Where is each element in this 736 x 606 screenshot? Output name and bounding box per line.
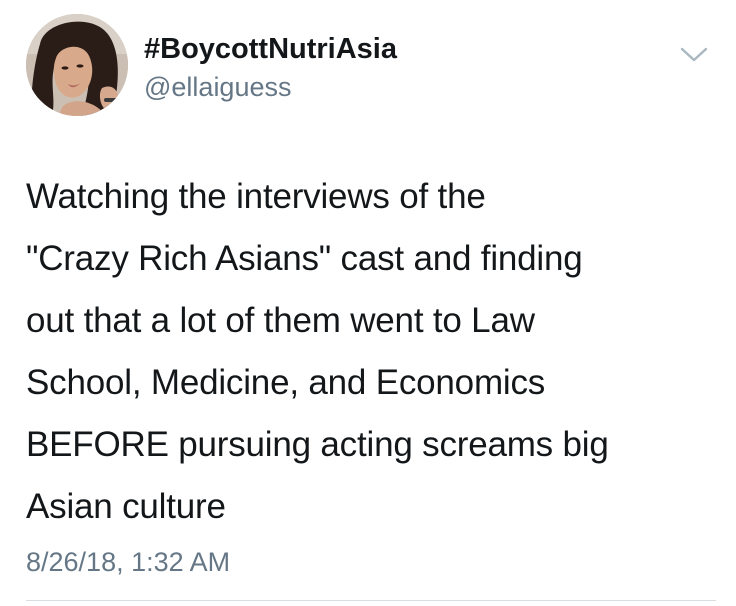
tweet-text-line: "Crazy Rich Asians" cast and finding	[26, 239, 583, 278]
tweet-text: Watching the interviews of the "Crazy Ri…	[26, 166, 716, 538]
tweet-text-line: School, Medicine, and Economics	[26, 363, 546, 402]
tweet-text-line: Asian culture	[26, 487, 226, 526]
author-names: #BoycottNutriAsia @ellaiguess	[144, 32, 397, 104]
tweet-text-line: Watching the interviews of the	[26, 177, 486, 216]
tweet-text-line: BEFORE pursuing acting screams big	[26, 425, 609, 464]
tweet-timestamp[interactable]: 8/26/18, 1:32 AM	[26, 545, 230, 579]
avatar[interactable]	[26, 14, 128, 116]
username-handle[interactable]: @ellaiguess	[144, 70, 397, 104]
display-name[interactable]: #BoycottNutriAsia	[144, 32, 397, 66]
tweet-header: #BoycottNutriAsia @ellaiguess	[26, 14, 726, 122]
tweet-text-line: out that a lot of them went to Law	[26, 301, 535, 340]
tweet-card: #BoycottNutriAsia @ellaiguess Watching t…	[0, 0, 736, 606]
avatar-image	[26, 14, 128, 116]
divider	[26, 600, 716, 601]
chevron-down-icon[interactable]	[676, 44, 712, 66]
